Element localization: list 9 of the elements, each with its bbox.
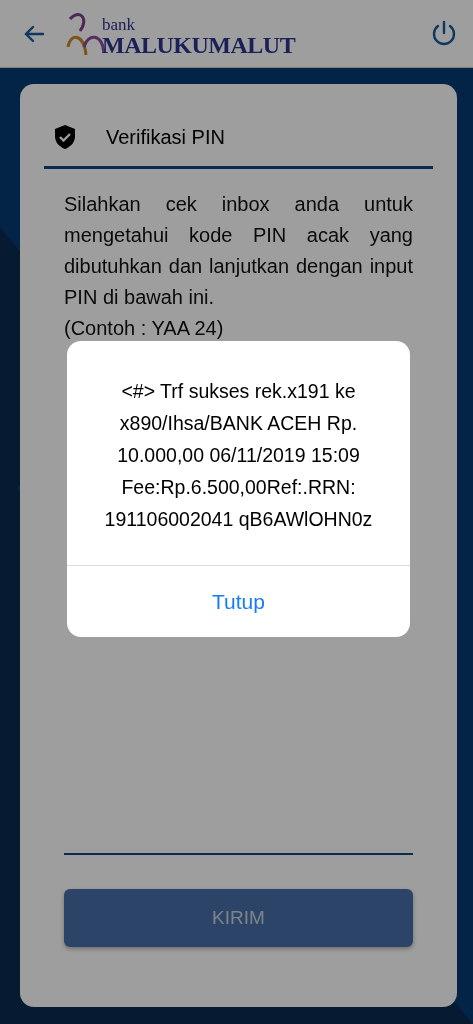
logo-text: bank — [102, 15, 137, 33]
alert-message: <#> Trf sukses rek.x191 ke x890/Ihsa/BANK ACEH Rp. 10.000,00 06/11/2019 15:09 Fee:Rp.6.500,00Ref:.RRN: 191106002041 qB6AWlOHN0z — [103, 379, 374, 532]
card-title: Verifikasi PIN — [106, 125, 225, 149]
example-text: (Contoh : YAA 24) — [64, 316, 225, 341]
close-button[interactable]: Tutup — [67, 565, 410, 637]
shield-check-icon — [54, 124, 76, 150]
logo-title: MALUKUMALUT — [102, 32, 296, 57]
power-icon[interactable] — [431, 19, 457, 48]
instructions-text: Silahkan cek inbox anda untuk mengetahui kode PIN acak yang dibutuhkan dan lanjutkan dengan input PIN di bawah ini. — [64, 192, 413, 310]
